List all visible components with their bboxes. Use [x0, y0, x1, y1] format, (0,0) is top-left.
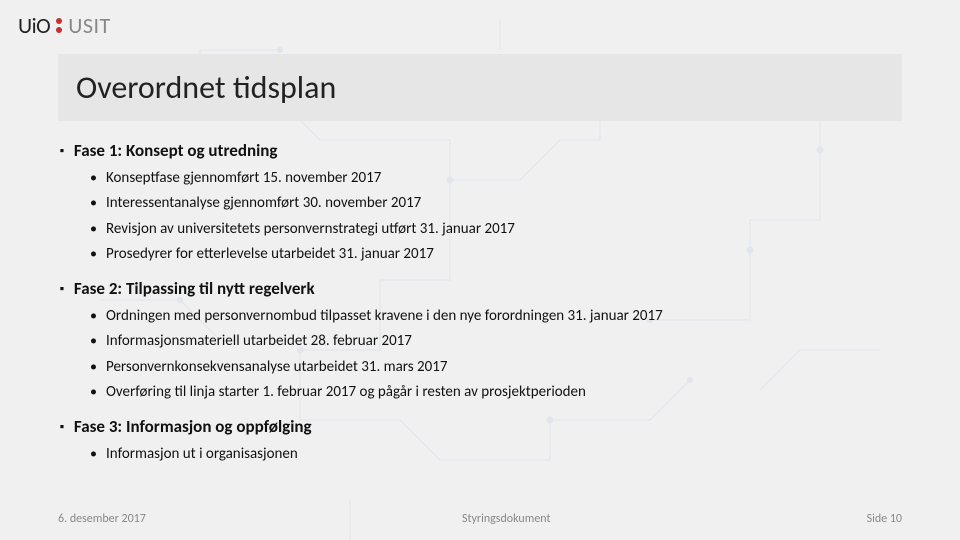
list-item: Prosedyrer for etterlevelse utarbeidet 3… — [106, 243, 902, 266]
slide-title: Overordnet tidsplan — [58, 54, 902, 121]
footer-date: 6. desember 2017 — [58, 512, 146, 526]
footer-document-name: Styringsdokument — [462, 512, 551, 526]
logo-uio-text: UiO — [18, 12, 50, 39]
list-item: Konseptfase gjennomført 15. november 201… — [106, 167, 902, 190]
list-item: Overføring til linja starter 1. februar … — [106, 381, 902, 404]
phase-block: Fase 2: Tilpassing til nytt regelverk Or… — [58, 278, 902, 404]
list-item: Informasjonsmateriell utarbeidet 28. feb… — [106, 330, 902, 353]
logo-colon-icon — [56, 18, 62, 33]
phase-block: Fase 1: Konsept og utredning Konseptfase… — [58, 140, 902, 266]
slide-footer: 6. desember 2017 Styringsdokument Side 1… — [58, 512, 902, 526]
list-item: Revisjon av universitetets personvernstr… — [106, 218, 902, 241]
slide-content: Fase 1: Konsept og utredning Konseptfase… — [58, 140, 902, 478]
list-item: Ordningen med personvernombud tilpasset … — [106, 305, 902, 328]
phase-title: Fase 2: Tilpassing til nytt regelverk — [58, 278, 902, 299]
logo-usit-text: USIT — [68, 12, 111, 39]
logo: UiO USIT — [18, 12, 111, 39]
phase-block: Fase 3: Informasjon og oppfølging Inform… — [58, 416, 902, 466]
phase-title: Fase 1: Konsept og utredning — [58, 140, 902, 161]
footer-page-number: Side 10 — [867, 512, 902, 526]
phase-title: Fase 3: Informasjon og oppfølging — [58, 416, 902, 437]
list-item: Informasjon ut i organisasjonen — [106, 443, 902, 466]
list-item: Personvernkonsekvensanalyse utarbeidet 3… — [106, 356, 902, 379]
list-item: Interessentanalyse gjennomført 30. novem… — [106, 192, 902, 215]
